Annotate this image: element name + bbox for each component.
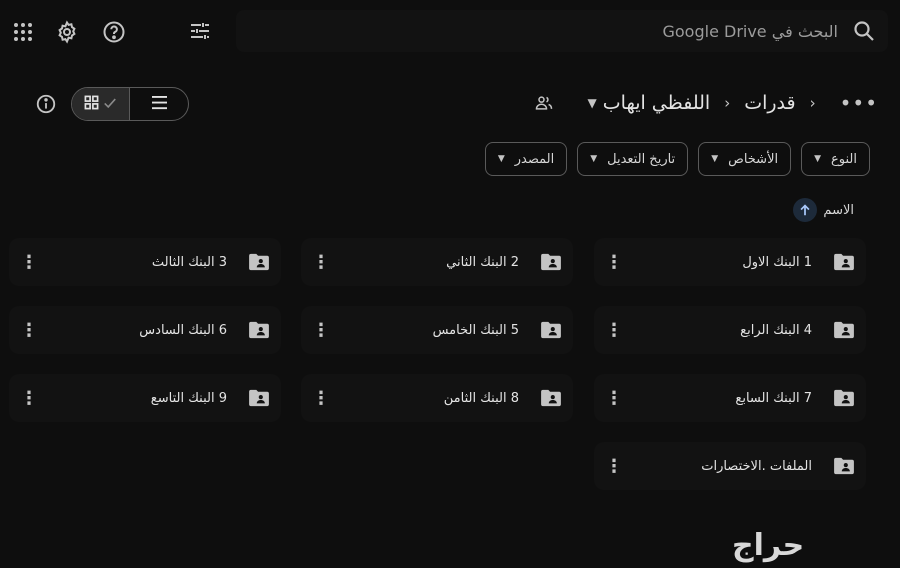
shared-folder-icon xyxy=(237,389,281,407)
more-vert-icon[interactable]: ⋮ xyxy=(9,252,49,273)
breadcrumb-current-folder[interactable]: اللفظي ايهاب xyxy=(603,92,710,114)
filter-source-chip[interactable]: ▼ المصدر xyxy=(484,142,568,176)
folder-name: 5 البنك الخامس xyxy=(432,322,519,338)
sort-control: الاسم xyxy=(793,198,854,222)
chip-label: تاريخ التعديل xyxy=(607,151,676,167)
shared-folder-icon xyxy=(529,253,573,271)
folder-name: 2 البنك الثاني xyxy=(446,254,519,270)
grid-view-button[interactable] xyxy=(72,88,130,120)
folder-card[interactable]: ⋮ 9 البنك التاسع xyxy=(9,374,281,422)
folder-card[interactable]: ⋮ 4 البنك الرابع xyxy=(594,306,866,354)
list-view-button[interactable] xyxy=(130,88,188,120)
folder-dropdown-arrow[interactable]: ▼ xyxy=(588,96,597,110)
folder-name: 3 البنك الثالث xyxy=(151,254,227,270)
more-vert-icon[interactable]: ⋮ xyxy=(594,252,634,273)
info-icon[interactable] xyxy=(34,92,58,116)
dropdown-arrow-icon: ▼ xyxy=(497,154,505,164)
more-vert-icon[interactable]: ⋮ xyxy=(594,320,634,341)
folder-card[interactable]: ⋮ 7 البنك السابع xyxy=(594,374,866,422)
folder-name: 7 البنك السابع xyxy=(735,390,812,406)
folder-card[interactable]: ⋮ 8 البنك الثامن xyxy=(301,374,573,422)
help-icon[interactable] xyxy=(97,15,131,49)
folder-card[interactable]: ⋮ 6 البنك السادس xyxy=(9,306,281,354)
shared-folder-icon xyxy=(822,389,866,407)
shared-folder-icon xyxy=(237,321,281,339)
more-vert-icon[interactable]: ⋮ xyxy=(301,252,341,273)
dropdown-arrow-icon: ▼ xyxy=(711,154,719,164)
more-vert-icon[interactable]: ⋮ xyxy=(301,388,341,409)
folder-card[interactable]: ⋮ 3 البنك الثالث xyxy=(9,238,281,286)
chip-label: المصدر xyxy=(514,151,555,167)
search-bar[interactable]: البحث في Google Drive xyxy=(236,10,888,52)
more-vert-icon[interactable]: ⋮ xyxy=(594,456,634,477)
filter-type-chip[interactable]: ▼ النوع xyxy=(801,142,870,176)
folder-card[interactable]: ⋮ 5 البنك الخامس xyxy=(301,306,573,354)
view-toggle xyxy=(71,87,189,121)
dropdown-arrow-icon: ▼ xyxy=(814,154,822,164)
folder-name: 9 البنك التاسع xyxy=(150,390,227,406)
shared-folder-icon xyxy=(529,321,573,339)
folder-card[interactable]: ⋮ الملفات .الاختصارات xyxy=(594,442,866,490)
watermark-logo: حراج xyxy=(732,528,805,563)
filter-chips: ▼ المصدر ▼ تاريخ التعديل ▼ الأشخاص ▼ الن… xyxy=(484,142,870,176)
list-icon xyxy=(151,95,168,114)
more-vert-icon[interactable]: ⋮ xyxy=(301,320,341,341)
folder-name: 1 البنك الاول xyxy=(742,254,812,270)
search-options-icon[interactable] xyxy=(174,10,226,52)
chevron-right-icon: › xyxy=(724,94,731,112)
shared-folder-icon xyxy=(822,253,866,271)
folder-card[interactable]: ⋮ 1 البنك الاول xyxy=(594,238,866,286)
dropdown-arrow-icon: ▼ xyxy=(590,154,598,164)
folder-name: 6 البنك السادس xyxy=(139,322,227,338)
chip-label: الأشخاص xyxy=(728,151,779,167)
folder-card[interactable]: ⋮ 2 البنك الثاني xyxy=(301,238,573,286)
settings-gear-icon[interactable] xyxy=(50,15,84,49)
sort-direction-arrow-up-icon[interactable] xyxy=(793,198,818,222)
search-input[interactable]: البحث في Google Drive xyxy=(662,22,838,41)
apps-grid-icon[interactable] xyxy=(6,15,40,49)
top-bar: البحث في Google Drive xyxy=(0,0,900,62)
sort-by-name-label[interactable]: الاسم xyxy=(823,203,854,218)
breadcrumb: ▼ اللفظي ايهاب › قدرات › ••• xyxy=(534,88,878,118)
folder-name: الملفات .الاختصارات xyxy=(701,458,812,474)
chevron-right-icon: › xyxy=(809,94,816,112)
folder-name: 4 البنك الرابع xyxy=(740,322,812,338)
shared-folder-icon xyxy=(237,253,281,271)
grid-icon xyxy=(84,95,99,114)
shared-folder-icon xyxy=(529,389,573,407)
more-vert-icon[interactable]: ⋮ xyxy=(9,320,49,341)
chip-label: النوع xyxy=(831,151,857,167)
filter-modified-chip[interactable]: ▼ تاريخ التعديل xyxy=(577,142,689,176)
shared-folder-icon xyxy=(822,457,866,475)
filter-people-chip[interactable]: ▼ الأشخاص xyxy=(698,142,792,176)
people-icon[interactable] xyxy=(534,93,554,113)
more-horiz-icon[interactable]: ••• xyxy=(840,91,878,115)
breadcrumb-parent-folder[interactable]: قدرات xyxy=(744,92,795,114)
search-icon[interactable] xyxy=(852,19,876,43)
more-vert-icon[interactable]: ⋮ xyxy=(594,388,634,409)
more-vert-icon[interactable]: ⋮ xyxy=(9,388,49,409)
shared-folder-icon xyxy=(822,321,866,339)
check-icon xyxy=(103,95,117,114)
folder-name: 8 البنك الثامن xyxy=(443,390,519,406)
